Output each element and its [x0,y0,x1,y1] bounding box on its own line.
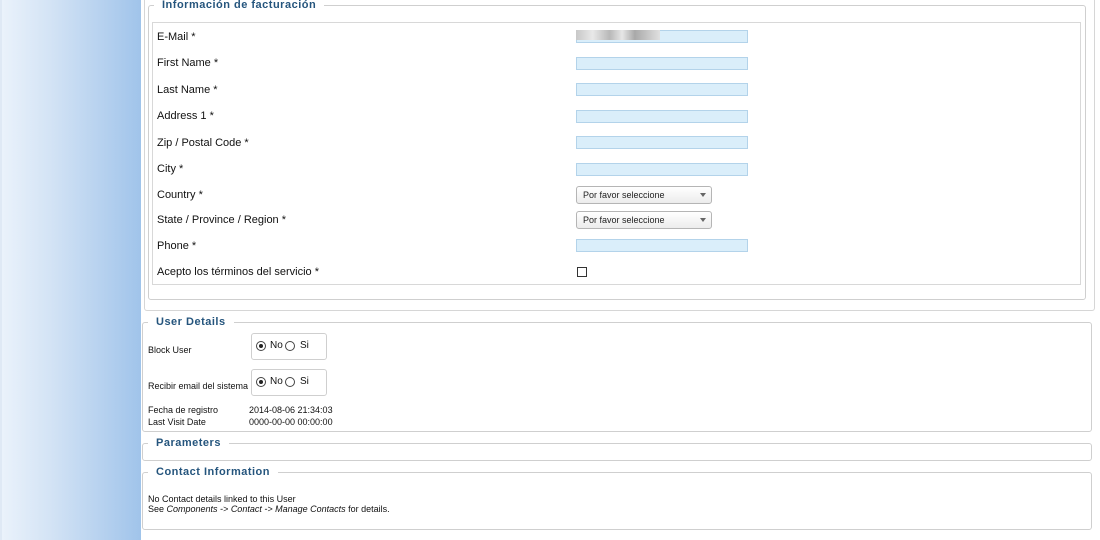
receive-email-no-radio[interactable] [256,377,266,387]
chevron-down-icon [700,218,706,222]
contact-information-legend: Contact Information [156,466,270,478]
left-sidebar-background [0,0,143,540]
address1-label: Address 1 * [157,110,214,122]
city-label: City * [157,163,184,175]
contact-line2-pre: See [148,504,167,514]
last-name-label: Last Name * [157,84,218,96]
receive-email-radio-group: No Si [251,369,327,396]
receive-email-si-label: Si [300,376,309,387]
receive-email-label: Recibir email del sistema [148,381,249,391]
last-name-field[interactable] [576,83,748,96]
block-user-no-radio[interactable] [256,341,266,351]
contact-path-contact: Contact [230,504,262,514]
receive-email-no-label: No [270,376,283,387]
block-user-radio-group: No Si [251,333,327,360]
zip-field[interactable] [576,136,748,149]
country-label: Country * [157,189,203,201]
contact-message: No Contact details linked to this User S… [148,494,390,514]
phone-field[interactable] [576,239,748,252]
last-visit-label: Last Visit Date [148,417,206,427]
parameters-legend[interactable]: Parameters [148,437,229,449]
address1-field[interactable] [576,110,748,123]
terms-checkbox[interactable] [577,267,587,277]
contact-line2-post: for details. [345,504,390,514]
user-details-legend: User Details [156,316,226,328]
first-name-label: First Name * [157,57,219,69]
city-field[interactable] [576,163,748,176]
chevron-down-icon [700,193,706,197]
billing-legend: Información de facturación [162,0,317,11]
terms-label: Acepto los términos del servicio * [157,266,320,278]
phone-label: Phone * [157,240,197,252]
block-user-si-radio[interactable] [285,341,295,351]
contact-line2: See Components -> Contact -> Manage Cont… [148,504,390,514]
contact-path-sep1: -> [217,504,231,514]
email-label: E-Mail * [157,31,196,43]
block-user-label: Block User [148,345,192,355]
block-user-no-label: No [270,340,283,351]
registration-date-label: Fecha de registro [148,405,219,415]
main-content: Información de facturación E-Mail * Firs… [141,0,1100,540]
parameters-fieldset: Parameters [142,437,1092,461]
state-label: State / Province / Region * [157,214,287,226]
zip-label: Zip / Postal Code * [157,137,249,149]
contact-line1: No Contact details linked to this User [148,494,296,504]
country-select-value: Por favor seleccione [583,190,665,200]
first-name-field[interactable] [576,57,748,70]
email-value-redacted [576,30,660,40]
contact-path-manage: Manage Contacts [275,504,346,514]
registration-date-value: 2014-08-06 21:34:03 [249,405,333,415]
contact-path-sep2: -> [261,504,276,514]
last-visit-value: 0000-00-00 00:00:00 [249,417,333,427]
block-user-si-label: Si [300,340,309,351]
country-select[interactable]: Por favor seleccione [576,186,712,204]
contact-path-components: Components [166,504,218,514]
billing-form-table: E-Mail * First Name * Last Name * Addres… [152,22,1081,285]
state-select[interactable]: Por favor seleccione [576,211,712,229]
state-select-value: Por favor seleccione [583,215,665,225]
receive-email-si-radio[interactable] [285,377,295,387]
